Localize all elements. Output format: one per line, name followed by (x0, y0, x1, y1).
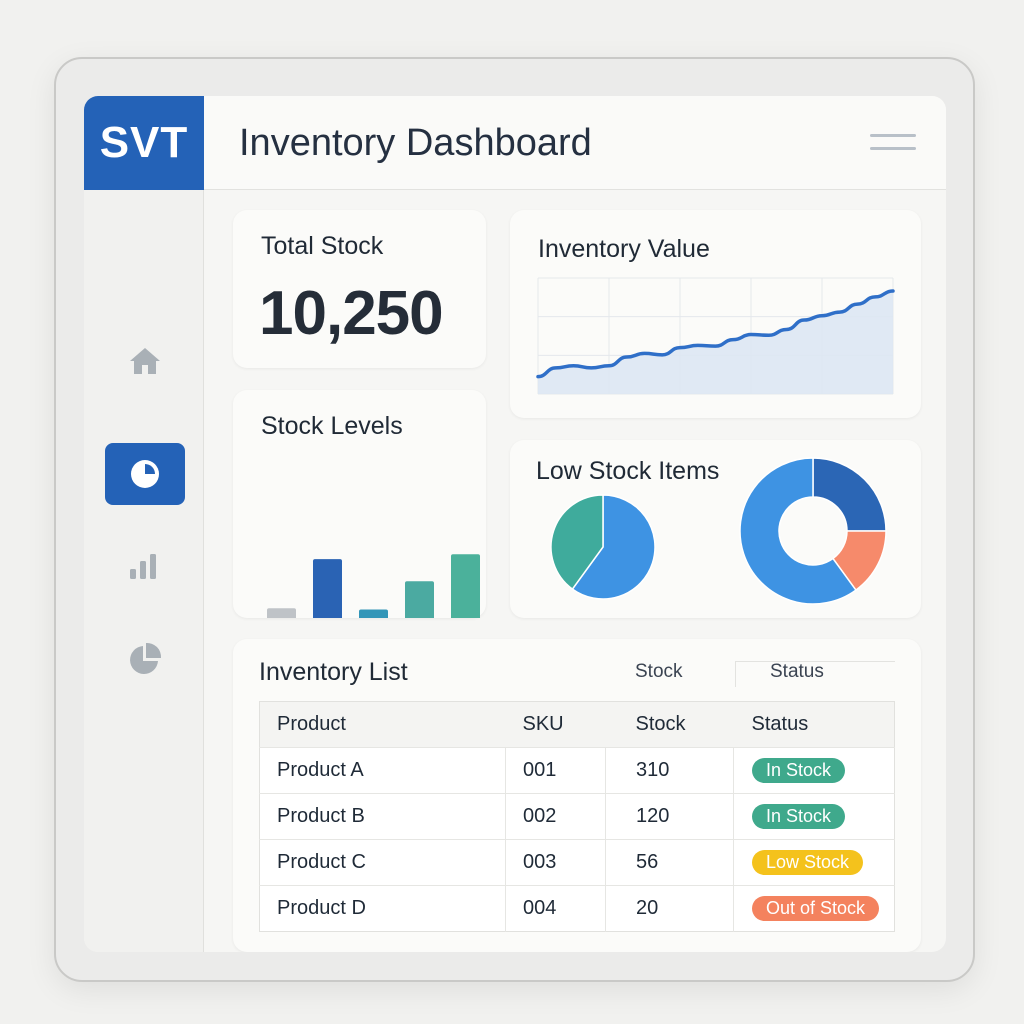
cell-sku: 001 (505, 747, 606, 794)
low-stock-card: Low Stock Items (510, 440, 921, 618)
cell-stock: 20 (605, 885, 734, 932)
cell-product: Product A (259, 747, 506, 794)
bar-chart-icon (130, 554, 156, 579)
cell-status: Out of Stock (733, 885, 895, 932)
table-row[interactable]: Product A 001 310 In Stock (259, 747, 895, 794)
cell-stock: 310 (605, 747, 734, 794)
cell-stock: 120 (605, 793, 734, 840)
pie-slice (812, 457, 887, 532)
hamburger-icon[interactable] (870, 134, 916, 154)
cell-status: Low Stock (733, 839, 895, 886)
table-header-row: Product SKU Stock Status (259, 701, 895, 748)
sidebar-item-reports[interactable] (105, 535, 185, 597)
table-row[interactable]: Product C 003 56 Low Stock (259, 839, 895, 886)
bar (405, 581, 434, 618)
column-header-product[interactable]: Product (259, 701, 506, 748)
table-row[interactable]: Product D 004 20 Out of Stock (259, 885, 895, 932)
cell-product: Product D (259, 885, 506, 932)
total-stock-value: 10,250 (259, 279, 444, 348)
status-badge: Out of Stock (752, 896, 880, 921)
status-badge: In Stock (752, 804, 846, 829)
column-header-sku[interactable]: SKU (505, 701, 606, 748)
status-badge: In Stock (752, 758, 846, 783)
cell-sku: 003 (505, 839, 606, 886)
home-icon (130, 348, 160, 374)
sidebar-item-analytics[interactable] (105, 628, 185, 690)
pie-chart-icon (131, 460, 159, 488)
bar (451, 554, 480, 618)
ghost-header-divider (735, 661, 736, 687)
cell-status: In Stock (733, 747, 895, 794)
stock-levels-card: Stock Levels (233, 390, 486, 618)
column-header-status[interactable]: Status (733, 701, 895, 748)
cell-stock: 56 (605, 839, 734, 886)
inventory-list-card: Inventory List Stock Status Product SKU … (233, 639, 921, 952)
cell-status: In Stock (733, 793, 895, 840)
ghost-header-status: Status (770, 661, 824, 682)
low-stock-charts (550, 457, 887, 605)
area-fill (538, 291, 893, 394)
status-badge: Low Stock (752, 850, 864, 875)
ghost-header-stock: Stock (635, 661, 683, 682)
sidebar (84, 190, 204, 952)
total-stock-card: Total Stock 10,250 (233, 210, 486, 368)
app-window: SVT Inventory Dashboard Total Stock 10,2… (84, 96, 946, 952)
brand-logo[interactable]: SVT (84, 96, 204, 190)
cell-sku: 002 (505, 793, 606, 840)
bar (359, 609, 388, 618)
pie-chart-icon (130, 642, 162, 674)
cell-product: Product C (259, 839, 506, 886)
sidebar-item-dashboard[interactable] (105, 443, 185, 505)
ghost-header-line (735, 661, 895, 662)
brand-logo-text: SVT (99, 118, 189, 167)
sidebar-item-home[interactable] (105, 330, 185, 392)
column-header-stock[interactable]: Stock (605, 701, 734, 748)
top-header: Inventory Dashboard (204, 96, 946, 190)
page-title: Inventory Dashboard (239, 122, 592, 164)
cell-sku: 004 (505, 885, 606, 932)
total-stock-title: Total Stock (261, 232, 384, 260)
bar (313, 559, 342, 618)
bar (267, 608, 296, 618)
cell-product: Product B (259, 793, 506, 840)
inventory-list-title: Inventory List (259, 658, 408, 686)
inventory-table: Product SKU Stock Status Product A 001 3… (259, 701, 895, 932)
stock-levels-chart (267, 554, 480, 618)
inventory-value-chart (536, 277, 895, 395)
inventory-value-card: Inventory Value (510, 210, 921, 418)
table-row[interactable]: Product B 002 120 In Stock (259, 793, 895, 840)
